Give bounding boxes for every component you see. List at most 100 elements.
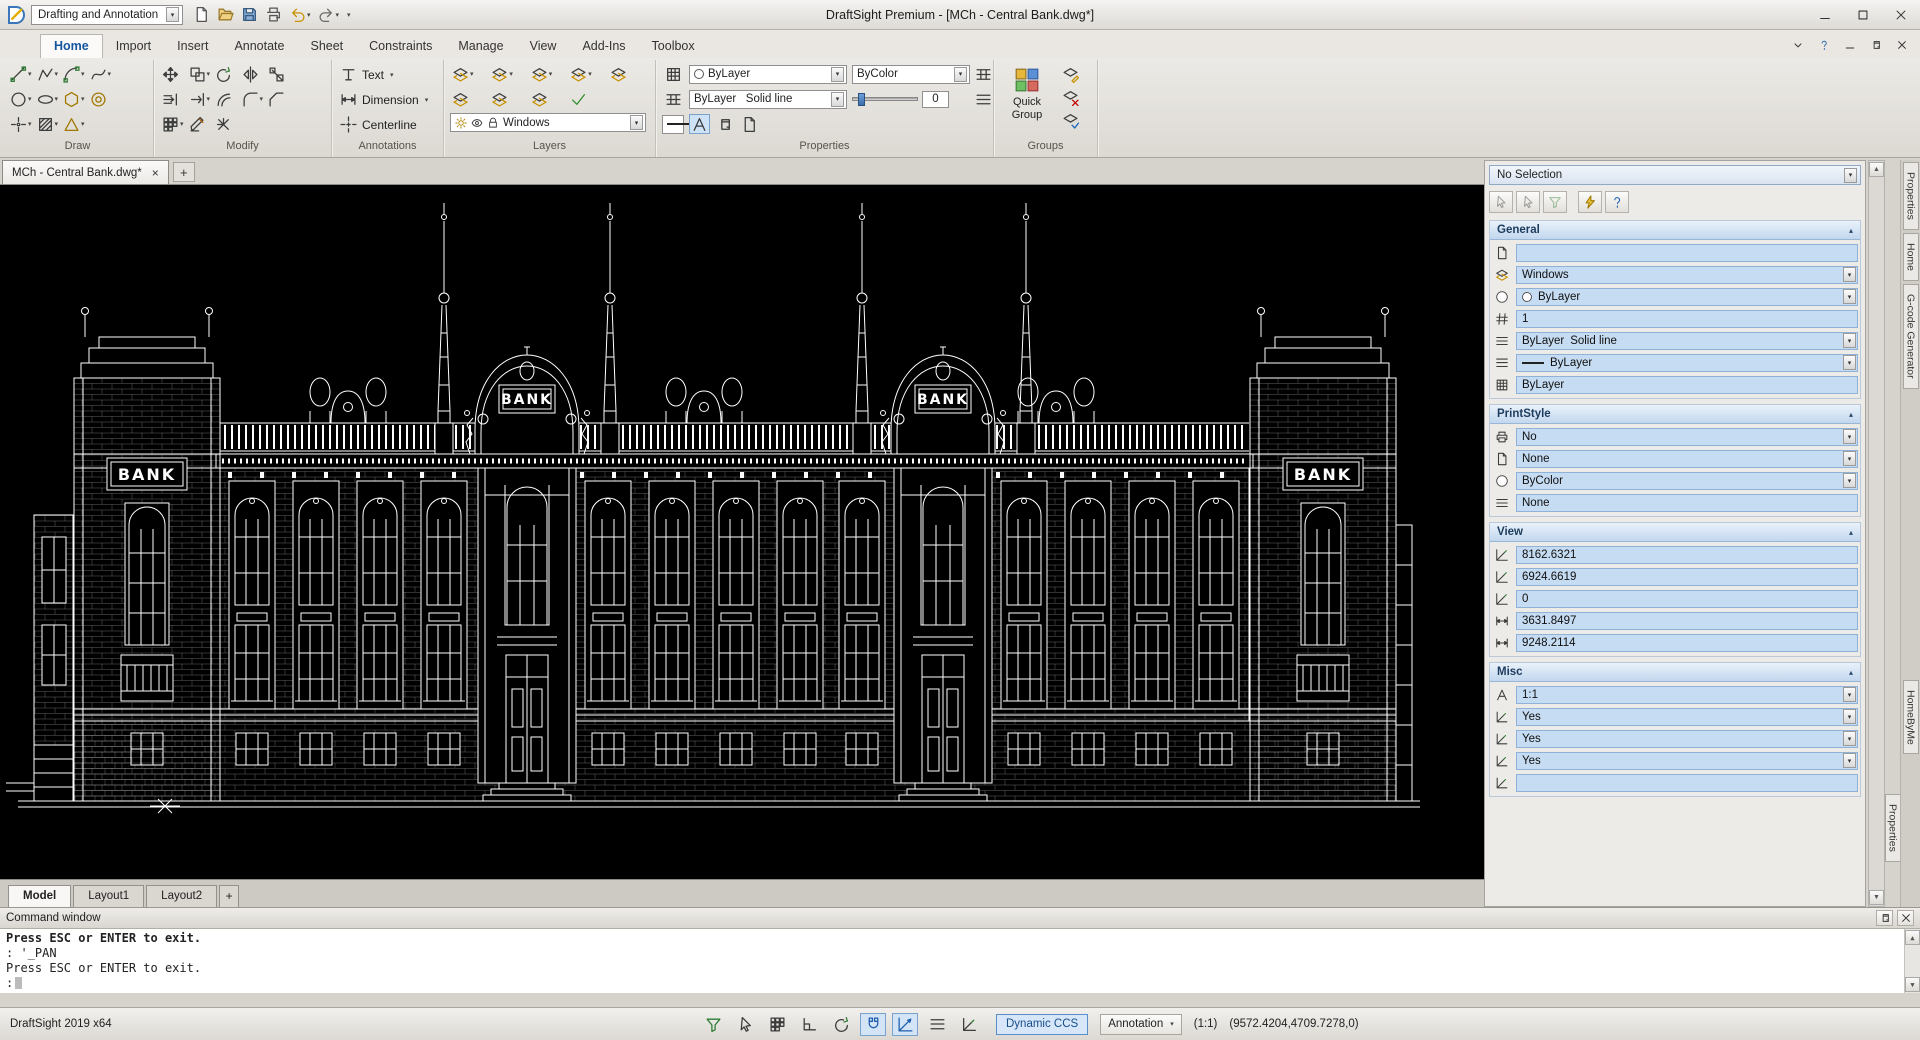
- close-icon[interactable]: ×: [152, 166, 159, 180]
- redo-button[interactable]: ▾: [315, 4, 343, 26]
- dock-tab-home[interactable]: Home: [1903, 233, 1919, 281]
- explode-tool[interactable]: [213, 114, 239, 134]
- move-tool[interactable]: [160, 64, 186, 84]
- palette-scrollbar[interactable]: ▲ ▼: [1868, 160, 1885, 907]
- esnap-toggle[interactable]: [860, 1013, 886, 1036]
- open-file-button[interactable]: [214, 4, 237, 26]
- command-window-header[interactable]: Command window: [0, 907, 1920, 929]
- lineweight-toggle[interactable]: [924, 1013, 950, 1036]
- doc-minimize-button[interactable]: [1840, 36, 1860, 54]
- tab-insert[interactable]: Insert: [164, 35, 221, 58]
- circle-tool[interactable]: ▾: [8, 89, 34, 109]
- field-linestyle[interactable]: ByLayerSolid line▾: [1516, 332, 1858, 350]
- erase-tool[interactable]: [187, 114, 213, 134]
- properties-palette-button[interactable]: [662, 64, 684, 84]
- tab-annotate[interactable]: Annotate: [221, 35, 297, 58]
- print-button[interactable]: [262, 4, 285, 26]
- palette-tab-properties[interactable]: Properties: [1885, 794, 1901, 862]
- polar-toggle[interactable]: [828, 1013, 854, 1036]
- group-edit-tool[interactable]: [1060, 64, 1081, 84]
- field-layer[interactable]: Windows▾: [1516, 266, 1858, 284]
- tab-toolbox[interactable]: Toolbox: [639, 35, 708, 58]
- line-weight-dropdown[interactable]: ByLayer ▾: [662, 115, 684, 134]
- point-tool[interactable]: ▾: [8, 114, 34, 134]
- layer-unisolate-tool[interactable]: [489, 89, 527, 109]
- selection-filter-toggle[interactable]: [700, 1013, 726, 1036]
- line-tool[interactable]: ▾: [8, 64, 34, 84]
- text-tool[interactable]: Text▾: [338, 64, 430, 85]
- print-color-dropdown[interactable]: ByColor ▾: [852, 65, 970, 84]
- line-style-dropdown[interactable]: ByLayer Solid line ▾: [689, 90, 847, 109]
- field-center-z[interactable]: 0: [1516, 590, 1858, 608]
- stretch-tool[interactable]: [160, 89, 186, 109]
- save-button[interactable]: [238, 4, 261, 26]
- field-printcolor[interactable]: ByColor▾: [1516, 472, 1858, 490]
- scroll-up-icon[interactable]: ▲: [1869, 162, 1884, 177]
- layers-manager-tool[interactable]: ▾: [450, 64, 488, 84]
- layer-hide-tool[interactable]: ▾: [529, 64, 567, 84]
- command-close-button[interactable]: [1897, 910, 1914, 926]
- quick-group-button[interactable]: Quick Group: [1000, 64, 1054, 124]
- customize-qat-button[interactable]: ▾: [343, 4, 354, 26]
- tab-manage[interactable]: Manage: [445, 35, 516, 58]
- tab-view[interactable]: View: [517, 35, 570, 58]
- pointer-toggle[interactable]: [732, 1013, 758, 1036]
- select-add-button[interactable]: [1516, 191, 1540, 213]
- field-center-x[interactable]: 8162.6321: [1516, 546, 1858, 564]
- frame-button[interactable]: [714, 114, 735, 134]
- scale-tool[interactable]: [266, 64, 292, 84]
- command-float-button[interactable]: [1876, 910, 1893, 926]
- tab-sheet[interactable]: Sheet: [297, 35, 356, 58]
- command-window[interactable]: Press ESC or ENTER to exit. : '_PAN Pres…: [0, 929, 1920, 993]
- dock-tab-homebyme[interactable]: HomeByMe: [1903, 680, 1919, 755]
- line-style-button[interactable]: [662, 89, 684, 109]
- group-select-tool[interactable]: [1060, 110, 1081, 130]
- slider-track[interactable]: [852, 97, 918, 101]
- field-linecolor[interactable]: ByLayer▾: [1516, 288, 1858, 306]
- active-layer-dropdown[interactable]: Windows ▾: [450, 113, 646, 132]
- tab-model[interactable]: Model: [8, 885, 71, 907]
- rotate-tool[interactable]: [213, 64, 239, 84]
- wedge-tool[interactable]: ▾: [61, 114, 87, 134]
- layer-restore-tool[interactable]: [529, 89, 567, 109]
- field-printstyle-table[interactable]: None▾: [1516, 450, 1858, 468]
- line-weight-button[interactable]: [975, 89, 992, 109]
- plot-style-button[interactable]: [975, 64, 992, 84]
- field-linescale[interactable]: 1: [1516, 310, 1858, 328]
- drawing-canvas[interactable]: BANK BANK BANK BANK: [0, 185, 1484, 879]
- layer-freeze-tool[interactable]: ▾: [568, 64, 606, 84]
- minimize-button[interactable]: [1806, 0, 1844, 29]
- section-header-general[interactable]: General▴: [1490, 221, 1860, 240]
- layer-isolate-tool[interactable]: [450, 89, 488, 109]
- field-ucs-name[interactable]: [1516, 774, 1858, 792]
- field-ucs-view[interactable]: Yes▾: [1516, 752, 1858, 770]
- field-lineweight[interactable]: ByLayer▾: [1516, 354, 1858, 372]
- transparency-slider[interactable]: 0: [852, 91, 970, 108]
- ucs-toggle[interactable]: [956, 1013, 982, 1036]
- mirror-tool[interactable]: [240, 64, 266, 84]
- palette-help-button[interactable]: [1605, 191, 1629, 213]
- copy-tool[interactable]: ▾: [187, 64, 213, 84]
- field-width[interactable]: 9248.2114: [1516, 634, 1858, 652]
- grid-toggle[interactable]: [764, 1013, 790, 1036]
- dynamic-ccs-button[interactable]: Dynamic CCS: [996, 1014, 1088, 1035]
- ungroup-tool[interactable]: [1060, 87, 1081, 107]
- field-ucs-on[interactable]: Yes▾: [1516, 708, 1858, 726]
- dimension-tool[interactable]: Dimension▾: [338, 89, 430, 110]
- doc-close-button[interactable]: [1892, 36, 1912, 54]
- tab-home[interactable]: Home: [40, 34, 103, 58]
- polygon-tool[interactable]: ▾: [61, 89, 87, 109]
- layer-lock-tool[interactable]: [608, 64, 646, 84]
- close-button[interactable]: [1882, 0, 1920, 29]
- new-file-button[interactable]: [190, 4, 213, 26]
- selection-dropdown[interactable]: No Selection ▾: [1489, 165, 1861, 185]
- layer-states-tool[interactable]: [568, 89, 606, 109]
- scroll-up-icon[interactable]: ▲: [1905, 930, 1920, 945]
- select-entities-button[interactable]: [1489, 191, 1513, 213]
- annotation-scale-dropdown[interactable]: Annotation ▾: [1100, 1014, 1182, 1035]
- arc-tool[interactable]: ▾: [61, 64, 87, 84]
- tab-import[interactable]: Import: [103, 35, 164, 58]
- ortho-toggle[interactable]: [796, 1013, 822, 1036]
- workspace-dropdown[interactable]: Drafting and Annotation ▾: [31, 5, 183, 25]
- tab-addins[interactable]: Add-Ins: [569, 35, 638, 58]
